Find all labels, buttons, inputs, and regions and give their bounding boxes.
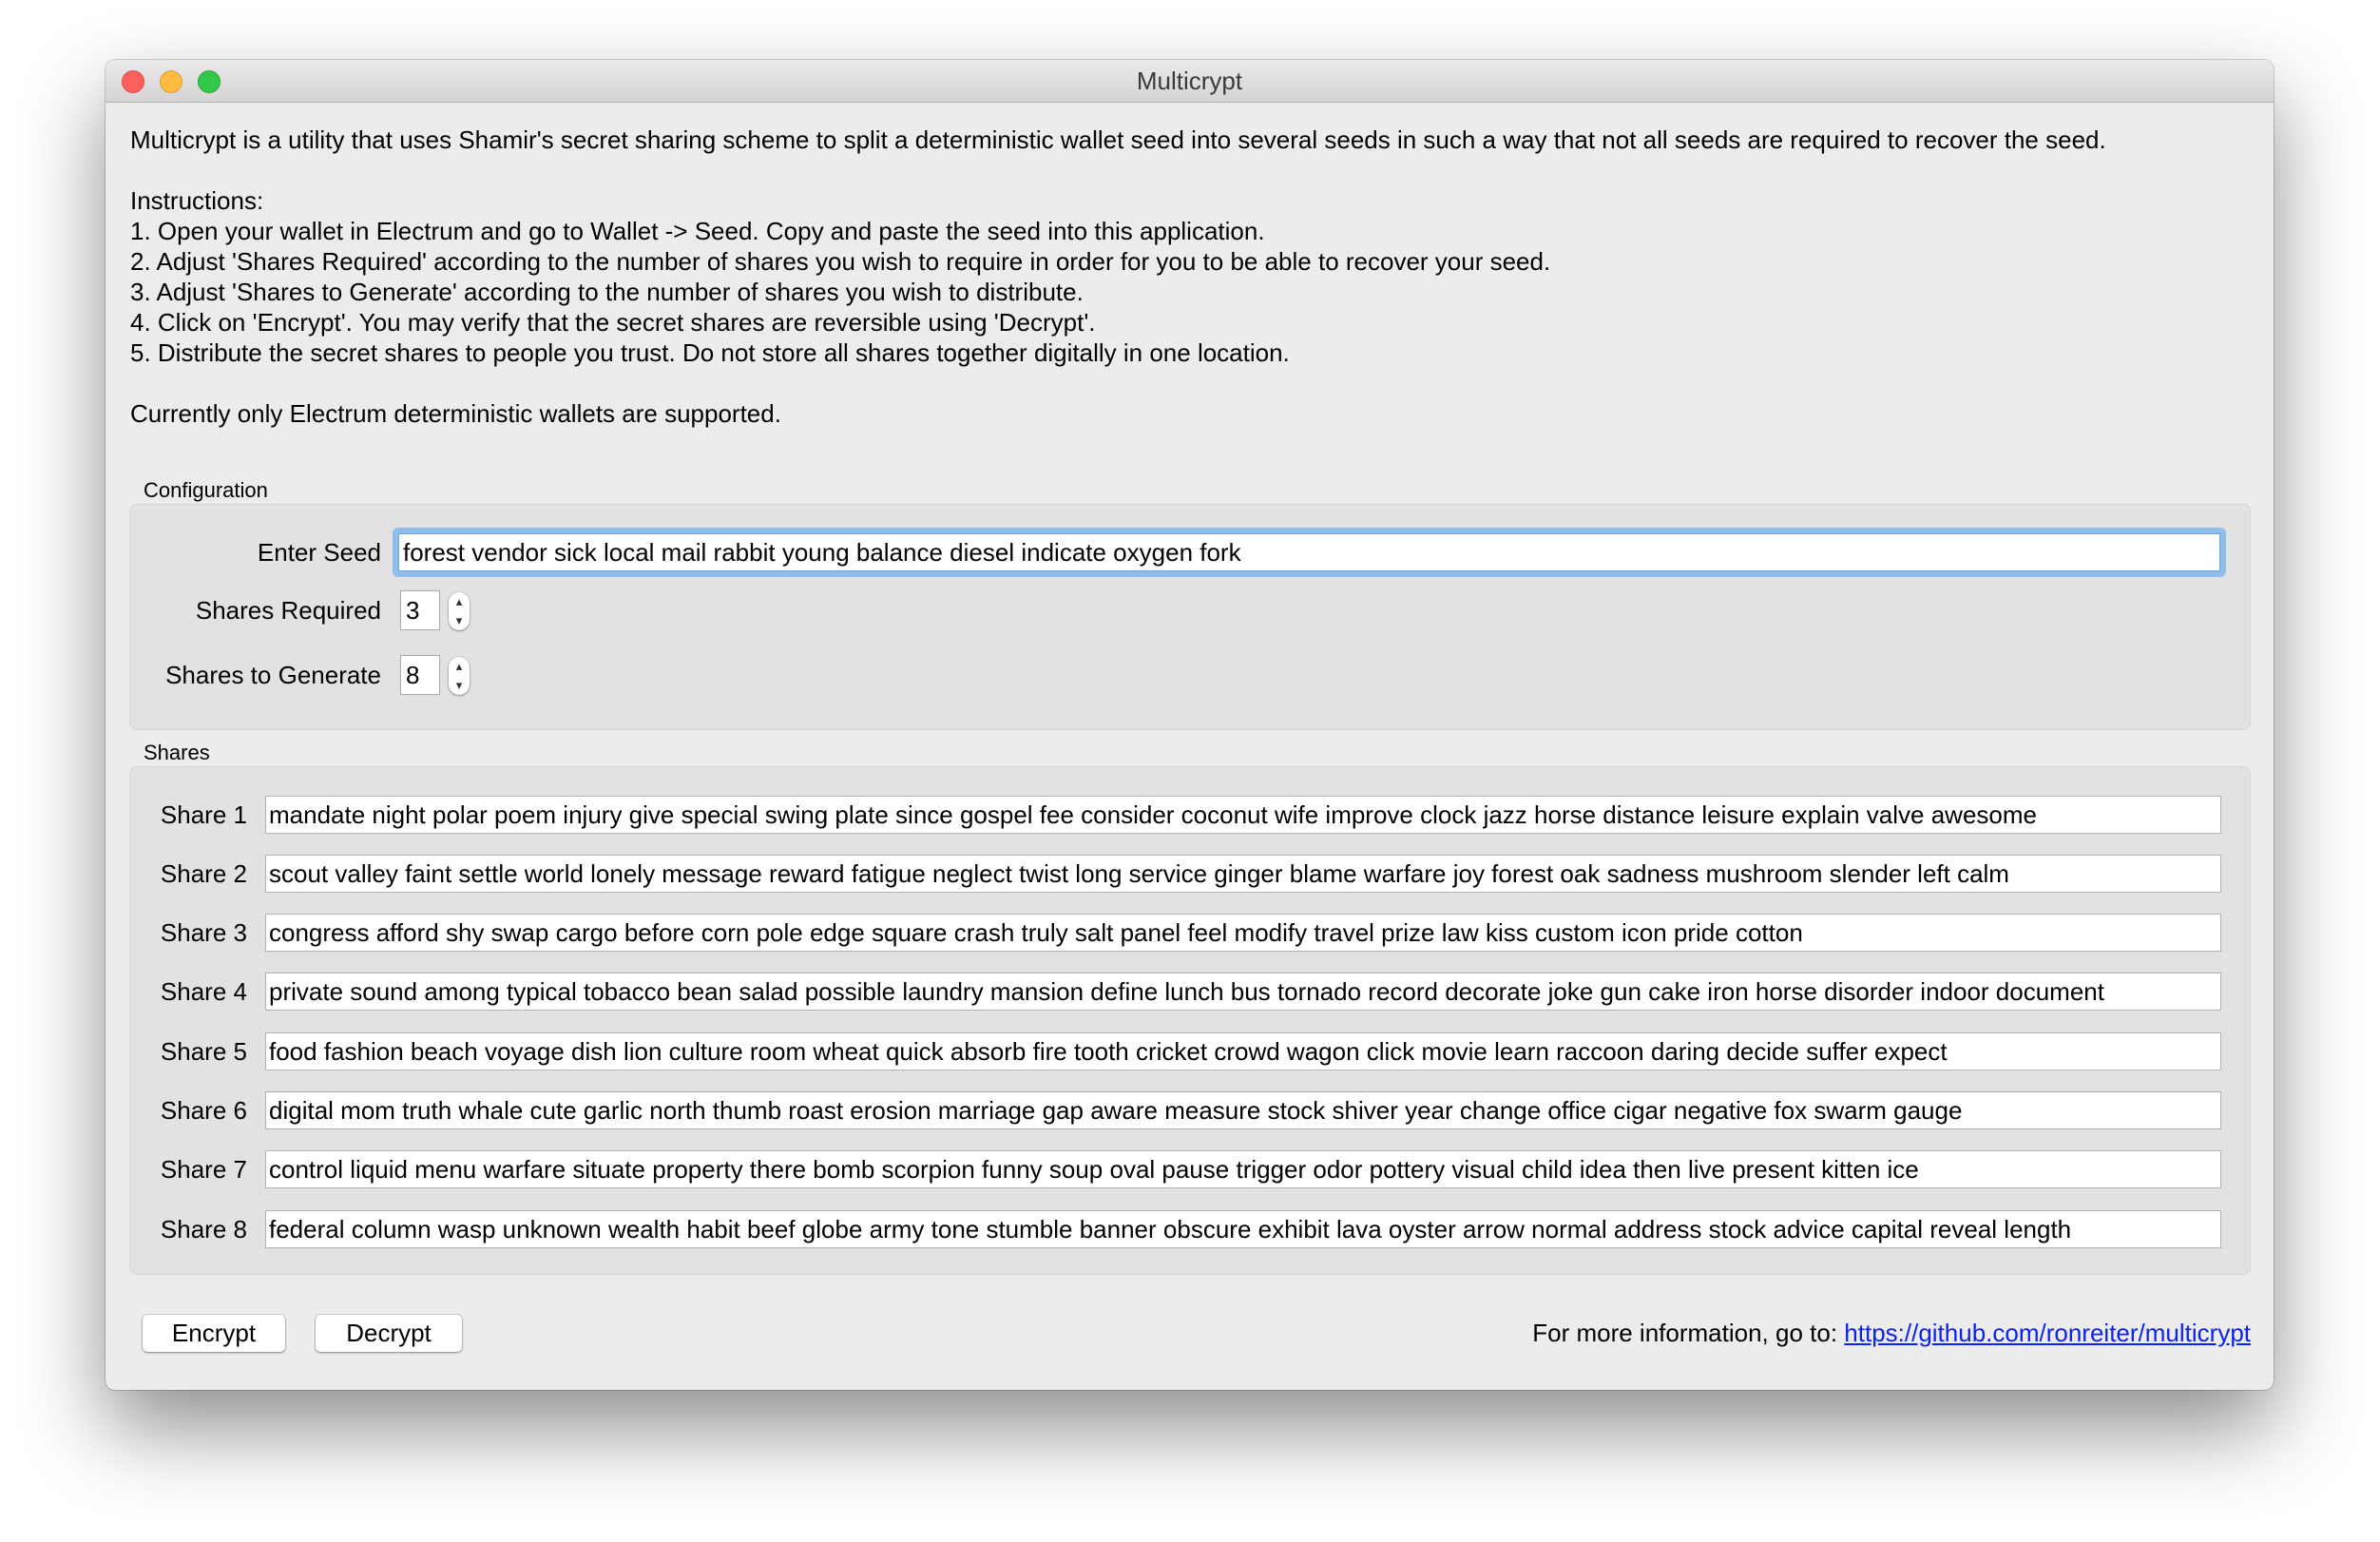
instruction-step: 5. Distribute the secret shares to peopl…: [130, 338, 1290, 367]
stepper-down-icon[interactable]: ▾: [449, 611, 470, 630]
intro-text: Multicrypt is a utility that uses Shamir…: [130, 125, 2106, 154]
shares-group: [129, 766, 2251, 1275]
share-input[interactable]: [265, 973, 2221, 1011]
stepper-up-icon[interactable]: ▴: [449, 657, 470, 676]
title-bar[interactable]: Multicrypt: [106, 60, 2274, 103]
shares-to-generate-input[interactable]: [400, 655, 440, 695]
shares-to-generate-stepper[interactable]: ▴ ▾: [449, 657, 470, 695]
instruction-step: 1. Open your wallet in Electrum and go t…: [130, 217, 1265, 245]
instruction-step: 4. Click on 'Encrypt'. You may verify th…: [130, 308, 1096, 337]
shares-required-label: Shares Required: [195, 596, 381, 625]
seed-focus-ring: [393, 528, 2226, 577]
stepper-up-icon[interactable]: ▴: [449, 592, 470, 611]
seed-input[interactable]: [398, 533, 2220, 571]
github-link[interactable]: https://github.com/ronreiter/multicrypt: [1844, 1319, 2251, 1347]
share-label: Share 5: [160, 1037, 247, 1066]
instruction-step: 3. Adjust 'Shares to Generate' according…: [130, 278, 1084, 306]
window-title: Multicrypt: [1136, 67, 1243, 95]
share-label: Share 3: [160, 918, 247, 947]
share-label: Share 1: [160, 800, 247, 829]
stepper-down-icon[interactable]: ▾: [449, 676, 470, 695]
app-window: Multicrypt Multicrypt is a utility that …: [106, 60, 2274, 1390]
decrypt-button[interactable]: Decrypt: [316, 1315, 462, 1352]
shares-to-generate-label: Shares to Generate: [165, 661, 381, 689]
main-content: Multicrypt is a utility that uses Shamir…: [106, 103, 2274, 1390]
support-note: Currently only Electrum deterministic wa…: [130, 399, 781, 428]
share-label: Share 2: [160, 859, 247, 888]
shares-group-label: Shares: [144, 741, 210, 764]
share-input[interactable]: [265, 855, 2221, 893]
shares-required-input[interactable]: [400, 590, 440, 630]
share-label: Share 4: [160, 977, 247, 1006]
footer-info: For more information, go to: https://git…: [1532, 1315, 2251, 1352]
share-label: Share 8: [160, 1215, 247, 1243]
instruction-step: 2. Adjust 'Shares Required' according to…: [130, 247, 1551, 276]
share-input[interactable]: [265, 1091, 2221, 1129]
share-label: Share 7: [160, 1155, 247, 1184]
footer-info-text: For more information, go to:: [1532, 1319, 1845, 1347]
configuration-group-label: Configuration: [144, 478, 268, 502]
share-input[interactable]: [265, 1032, 2221, 1070]
share-input[interactable]: [265, 1210, 2221, 1248]
share-label: Share 6: [160, 1096, 247, 1125]
encrypt-button[interactable]: Encrypt: [143, 1315, 285, 1352]
shares-required-stepper[interactable]: ▴ ▾: [449, 592, 470, 630]
seed-label: Enter Seed: [257, 538, 381, 567]
share-input[interactable]: [265, 914, 2221, 952]
share-input[interactable]: [265, 796, 2221, 834]
share-input[interactable]: [265, 1150, 2221, 1188]
instructions-heading: Instructions:: [130, 186, 264, 215]
